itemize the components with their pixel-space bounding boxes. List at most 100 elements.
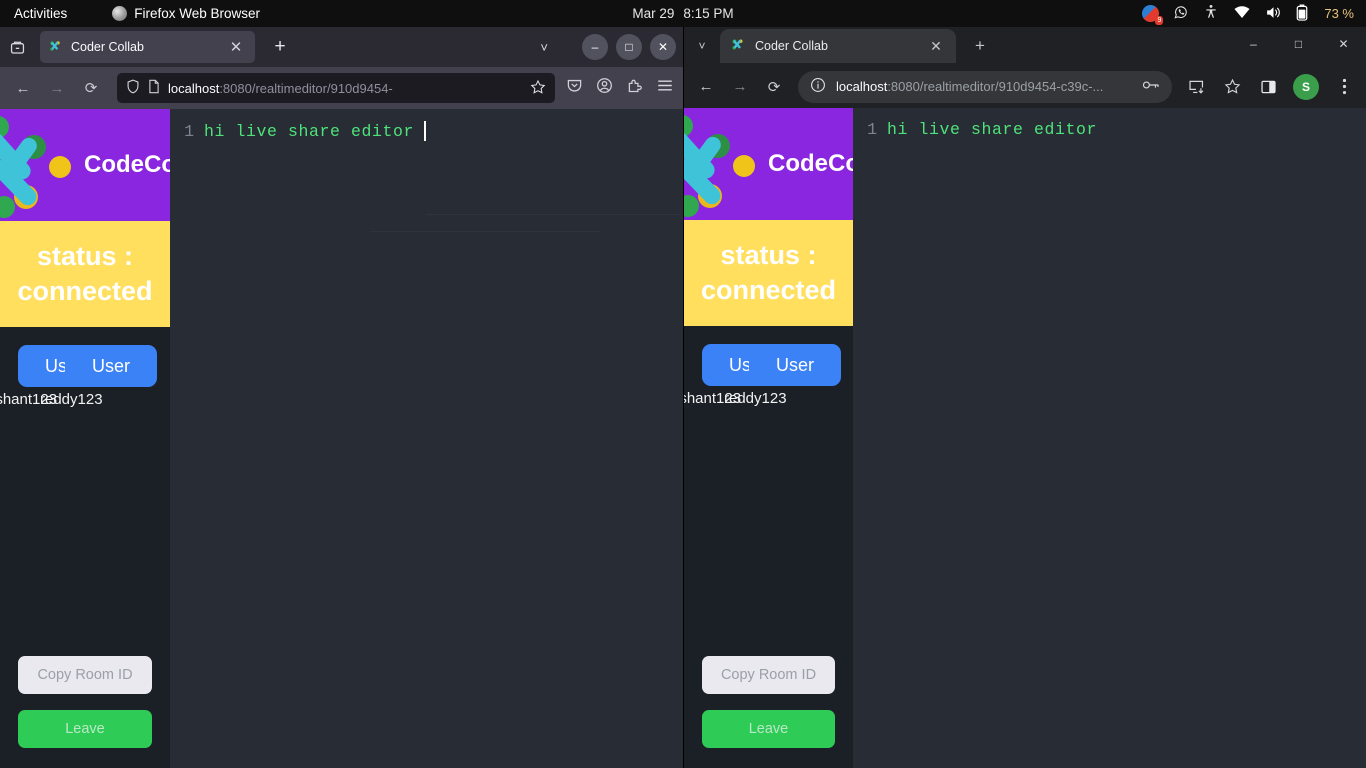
- url-host: localhost: [836, 79, 888, 94]
- chevron-down-icon[interactable]: ˅: [684, 39, 720, 53]
- code-editor[interactable]: 1 hi live share editor: [170, 109, 684, 768]
- new-tab-button[interactable]: +: [269, 36, 291, 58]
- user-name: reddy123: [40, 391, 103, 408]
- tracking-shield-icon[interactable]: [126, 79, 140, 97]
- whatsapp-icon[interactable]: [1173, 4, 1189, 23]
- system-tray[interactable]: 9 73 %: [1142, 4, 1354, 25]
- reload-icon[interactable]: ⟳: [76, 73, 106, 103]
- firefox-window-controls: ˅ – □ ✕: [540, 34, 676, 60]
- copy-room-id-button[interactable]: Copy Room ID: [702, 656, 835, 694]
- activities-button[interactable]: Activities: [14, 6, 67, 21]
- extensions-puzzle-icon[interactable]: [626, 77, 643, 99]
- app-sidebar: CodeCo status : connected User User isha…: [684, 108, 853, 768]
- forward-arrow-icon[interactable]: →: [42, 73, 72, 103]
- leave-button[interactable]: Leave: [18, 710, 152, 748]
- window-divider: [683, 27, 684, 768]
- new-tab-button[interactable]: +: [970, 36, 990, 56]
- save-to-pocket-icon[interactable]: [566, 77, 583, 99]
- status-label: status :: [720, 240, 817, 271]
- firefox-toolbar-icons: [566, 77, 676, 99]
- code-text: hi live share editor: [204, 121, 415, 141]
- back-arrow-icon[interactable]: ←: [8, 73, 38, 103]
- desktop-screen: Activities Firefox Web Browser Mar 29 8:…: [0, 0, 1366, 768]
- url-path: :8080/realtimeditor/910d9454-: [219, 80, 393, 96]
- user-avatar[interactable]: User: [65, 345, 157, 387]
- star-icon[interactable]: [1216, 71, 1248, 103]
- leave-button[interactable]: Leave: [702, 710, 835, 748]
- firefox-tab-strip: Coder Collab ✕ + ˅ – □ ✕: [0, 27, 684, 67]
- firefox-url-bar[interactable]: localhost:8080/realtimeditor/910d9454-: [117, 73, 555, 103]
- code-line: 1 hi live share editor: [170, 109, 684, 141]
- list-all-tabs-icon[interactable]: [0, 39, 34, 56]
- accessibility-icon[interactable]: [1203, 4, 1219, 23]
- maximize-button[interactable]: □: [1276, 27, 1321, 61]
- code-line: 1 hi live share editor: [853, 108, 1366, 139]
- volume-icon[interactable]: [1265, 5, 1282, 23]
- star-icon[interactable]: [530, 79, 546, 98]
- back-arrow-icon[interactable]: ←: [690, 71, 722, 103]
- line-number: 1: [184, 121, 194, 141]
- connected-clients-list: User User ishant123 reddy123: [0, 345, 170, 421]
- sidebar-actions: Copy Room ID Leave: [684, 656, 853, 768]
- gnome-top-bar: Activities Firefox Web Browser Mar 29 8:…: [0, 0, 1366, 27]
- chrome-url-text: localhost:8080/realtimeditor/910d9454-c3…: [836, 79, 1132, 94]
- focused-app-label: Firefox Web Browser: [134, 6, 261, 21]
- close-icon[interactable]: ✕: [225, 38, 247, 56]
- side-panel-icon[interactable]: [1252, 71, 1284, 103]
- site-information-icon[interactable]: [810, 77, 826, 96]
- user-avatar[interactable]: User: [749, 344, 841, 386]
- hamburger-menu-icon[interactable]: [656, 78, 674, 98]
- connected-clients-list: User User ishant123 reddy123: [684, 344, 853, 420]
- editor-faint-rule: [426, 214, 681, 215]
- codecollab-logo: [684, 115, 755, 217]
- chrome-toolbar-icons: S: [1180, 71, 1360, 103]
- connection-status: status : connected: [684, 220, 853, 326]
- clock-time: 8:15 PM: [683, 6, 734, 21]
- forward-arrow-icon[interactable]: →: [724, 71, 756, 103]
- chrome-window: ˅ Coder Collab ✕ + – □ ✕ ← → ⟳ localhost…: [684, 27, 1366, 768]
- battery-percent: 73 %: [1324, 6, 1354, 21]
- text-cursor: [424, 121, 426, 141]
- url-path: :8080/realtimeditor/910d9454-c39c-...: [887, 79, 1104, 94]
- notification-badge: 9: [1155, 16, 1164, 25]
- chrome-url-bar[interactable]: localhost:8080/realtimeditor/910d9454-c3…: [798, 70, 1172, 103]
- sidebar-actions: Copy Room ID Leave: [0, 656, 170, 768]
- wifi-icon[interactable]: [1233, 5, 1251, 22]
- app-brand-header: CodeCo: [0, 109, 170, 221]
- status-label: status :: [36, 241, 134, 272]
- firefox-tab[interactable]: Coder Collab ✕: [40, 31, 255, 63]
- status-value: connected: [17, 276, 153, 306]
- maximize-button[interactable]: □: [616, 34, 642, 60]
- account-circle-icon[interactable]: [596, 77, 613, 99]
- firefox-url-text: localhost:8080/realtimeditor/910d9454-: [168, 81, 522, 96]
- line-number: 1: [867, 120, 877, 139]
- chrome-tab[interactable]: Coder Collab ✕: [720, 29, 956, 63]
- firefox-page-content: CodeCo status : connected User User isha…: [0, 109, 684, 768]
- firefox-nav-toolbar: ← → ⟳ localhost:8080/realtimeditor/910d9…: [0, 67, 684, 109]
- connection-status: status : connected: [0, 221, 170, 327]
- copy-room-id-button[interactable]: Copy Room ID: [18, 656, 152, 694]
- code-editor[interactable]: 1 hi live share editor: [853, 108, 1366, 768]
- app-sidebar: CodeCo status : connected User User isha…: [0, 109, 170, 768]
- reload-icon[interactable]: ⟳: [758, 71, 790, 103]
- focused-app-indicator[interactable]: Firefox Web Browser: [112, 6, 260, 21]
- profile-avatar[interactable]: S: [1293, 73, 1319, 100]
- app-brand-name: CodeCo: [768, 150, 853, 177]
- close-icon[interactable]: ✕: [926, 38, 946, 55]
- battery-icon[interactable]: [1296, 4, 1308, 24]
- clock[interactable]: Mar 29 8:15 PM: [632, 6, 733, 21]
- three-dot-menu-icon[interactable]: [1328, 71, 1360, 103]
- close-button[interactable]: ✕: [1321, 27, 1366, 61]
- close-button[interactable]: ✕: [650, 34, 676, 60]
- notification-app-icon[interactable]: 9: [1142, 5, 1164, 25]
- minimize-button[interactable]: –: [582, 34, 608, 60]
- firefox-window: Coder Collab ✕ + ˅ – □ ✕ ← → ⟳ localhost…: [0, 27, 684, 768]
- chrome-window-controls: – □ ✕: [1231, 27, 1366, 61]
- editor-faint-rule: [370, 231, 600, 232]
- code-text: hi live share editor: [887, 120, 1098, 139]
- codecollab-favicon: [730, 37, 745, 55]
- minimize-button[interactable]: –: [1231, 27, 1276, 61]
- password-key-icon[interactable]: [1142, 78, 1160, 95]
- install-app-icon[interactable]: [1180, 71, 1212, 103]
- chevron-down-icon[interactable]: ˅: [540, 40, 548, 55]
